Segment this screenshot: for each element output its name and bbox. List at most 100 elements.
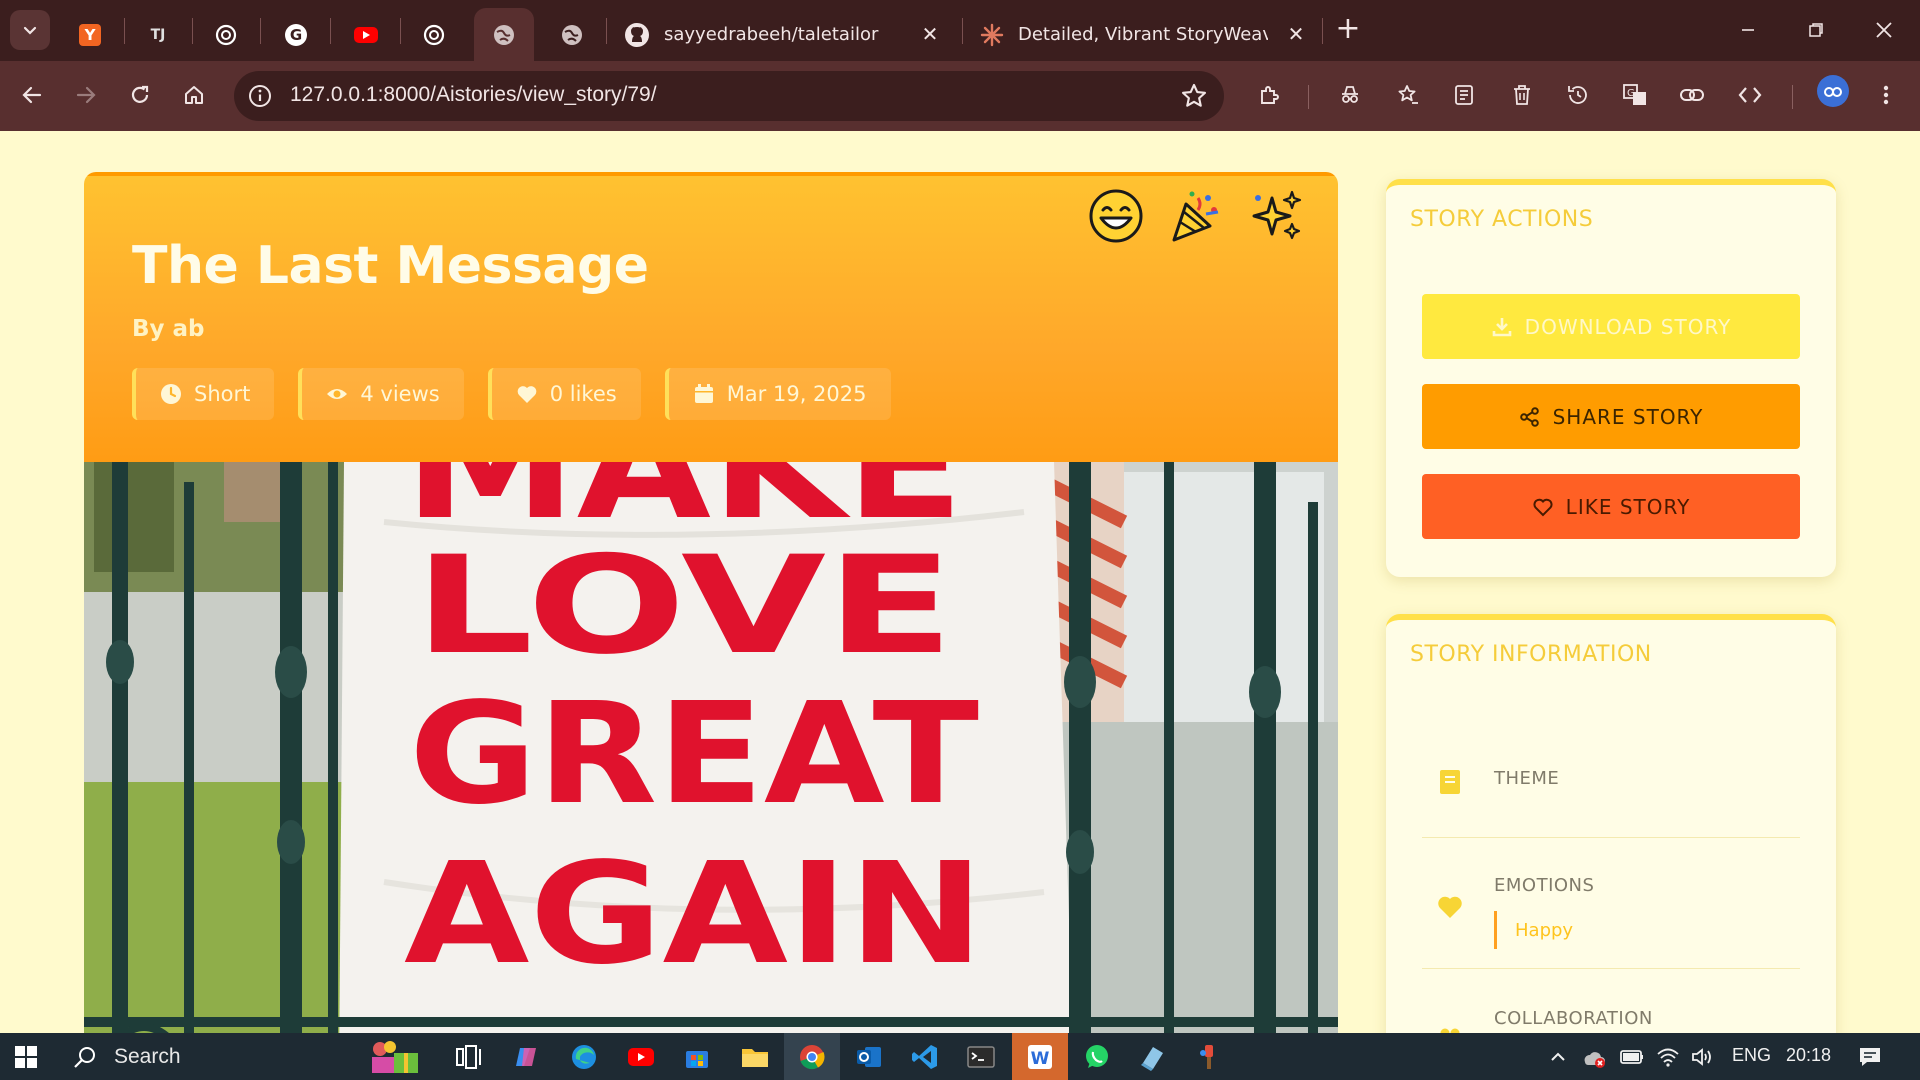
- trash-icon: [1514, 85, 1530, 105]
- reload-button[interactable]: [122, 77, 158, 113]
- back-button[interactable]: [14, 77, 50, 113]
- youtube-icon: [628, 1048, 654, 1066]
- tab-current-story[interactable]: [474, 8, 534, 61]
- edge-taskbar-button[interactable]: [567, 1040, 601, 1074]
- paint-taskbar-button[interactable]: [1192, 1040, 1226, 1074]
- story-card: The Last Message By ab Short 4 views 0 l…: [84, 172, 1338, 1033]
- banner-line-3: GREAT: [409, 673, 979, 836]
- url-text[interactable]: 127.0.0.1:8000/Aistories/view_story/79/: [290, 83, 657, 107]
- outlook-taskbar-button[interactable]: [852, 1040, 886, 1074]
- download-story-button[interactable]: DOWNLOAD STORY: [1422, 294, 1800, 359]
- share-icon: [1519, 406, 1539, 427]
- chevron-up-icon[interactable]: [1548, 1047, 1568, 1067]
- tab-youtube[interactable]: [346, 8, 386, 61]
- taskbar-search-label: Search: [114, 1045, 181, 1068]
- extensions-button[interactable]: [1252, 77, 1288, 113]
- file-explorer-taskbar-button[interactable]: [738, 1040, 772, 1074]
- terminal-icon: [967, 1046, 995, 1068]
- more-vertical-icon: [1883, 85, 1889, 105]
- close-tab-icon[interactable]: ✕: [920, 24, 940, 44]
- tab-globe[interactable]: [552, 8, 592, 61]
- banner-line-2: LOVE: [414, 527, 954, 684]
- battery-icon[interactable]: [1620, 1045, 1644, 1069]
- translate-button[interactable]: G: [1617, 77, 1653, 113]
- edge-icon: [572, 1045, 596, 1069]
- svg-text:W: W: [1031, 1049, 1050, 1069]
- openai-icon: [423, 24, 445, 45]
- onedrive-error-icon[interactable]: [1582, 1045, 1606, 1069]
- collaboration-row: COLLABORATION: [1422, 970, 1800, 1033]
- tab-chatgpt-1[interactable]: [206, 8, 246, 61]
- clock-time[interactable]: 20:18: [1786, 1045, 1831, 1066]
- openai-icon: [215, 24, 237, 45]
- tab-chatgpt-2[interactable]: [414, 8, 454, 61]
- like-story-button[interactable]: LIKE STORY: [1422, 474, 1800, 539]
- youtube-icon: [354, 26, 378, 43]
- task-view-button[interactable]: [452, 1040, 486, 1074]
- minimize-icon: [1742, 29, 1754, 31]
- taskbar-search[interactable]: Search: [60, 1037, 430, 1077]
- close-window-button[interactable]: [1866, 14, 1902, 46]
- tj-app-icon: TJ: [150, 26, 166, 43]
- bookmark-star-icon[interactable]: [1180, 82, 1208, 110]
- heart-icon: [517, 386, 537, 403]
- forward-button[interactable]: [68, 77, 104, 113]
- tab-github[interactable]: sayyedrabeeh/taletailor ✕: [608, 8, 954, 61]
- tab-ycombinator[interactable]: Y: [70, 8, 110, 61]
- site-info-icon[interactable]: [248, 84, 272, 108]
- chrome-icon: [800, 1045, 825, 1070]
- wifi-icon[interactable]: [1656, 1045, 1680, 1069]
- book-icon: [1440, 770, 1460, 794]
- delete-button[interactable]: [1504, 77, 1540, 113]
- tab-claude[interactable]: Detailed, Vibrant StoryWeave R ✕: [964, 8, 1320, 61]
- tab-google[interactable]: G: [276, 8, 316, 61]
- reading-list-button[interactable]: [1446, 77, 1482, 113]
- svg-text:G: G: [1627, 88, 1635, 99]
- story-likes-badge: 0 likes: [487, 368, 641, 420]
- reading-list-icon: [1455, 85, 1473, 105]
- copy-link-button[interactable]: [1674, 77, 1710, 113]
- claude-icon: [980, 23, 1004, 46]
- volume-icon[interactable]: [1690, 1045, 1714, 1069]
- favorites-button[interactable]: [1390, 77, 1426, 113]
- close-icon: [1876, 22, 1892, 38]
- users-icon: [1440, 1028, 1460, 1033]
- devtools-button[interactable]: [1732, 77, 1768, 113]
- page-content: The Last Message By ab Short 4 views 0 l…: [0, 131, 1920, 1033]
- clock-icon: [161, 384, 181, 404]
- notepad-taskbar-button[interactable]: [1136, 1040, 1170, 1074]
- new-tab-button[interactable]: +: [1334, 14, 1362, 46]
- whatsapp-taskbar-button[interactable]: [1080, 1040, 1114, 1074]
- tab-tj-app[interactable]: TJ: [138, 8, 178, 61]
- menu-button[interactable]: [1868, 77, 1904, 113]
- home-button[interactable]: [176, 77, 212, 113]
- store-taskbar-button[interactable]: [680, 1040, 714, 1074]
- link-icon: [1680, 89, 1704, 101]
- minimize-button[interactable]: [1730, 14, 1766, 46]
- writer-app-icon: W: [1028, 1045, 1052, 1069]
- notification-icon[interactable]: [1858, 1045, 1882, 1069]
- browser-toolbar: 127.0.0.1:8000/Aistories/view_story/79/ …: [0, 61, 1920, 131]
- copilot-taskbar-button[interactable]: [510, 1040, 544, 1074]
- profile-avatar[interactable]: [1817, 75, 1849, 107]
- google-icon: G: [285, 23, 307, 46]
- history-button[interactable]: [1560, 77, 1596, 113]
- address-bar[interactable]: 127.0.0.1:8000/Aistories/view_story/79/: [234, 71, 1224, 121]
- youtube-taskbar-button[interactable]: [624, 1040, 658, 1074]
- close-tab-icon[interactable]: ✕: [1286, 24, 1306, 44]
- chrome-taskbar-button[interactable]: [795, 1040, 829, 1074]
- terminal-taskbar-button[interactable]: [964, 1040, 998, 1074]
- incognito-icon: [1342, 86, 1358, 103]
- incognito-button[interactable]: [1332, 77, 1368, 113]
- restore-button[interactable]: [1798, 14, 1834, 46]
- windows-start-icon[interactable]: [14, 1045, 38, 1069]
- vscode-taskbar-button[interactable]: [908, 1040, 942, 1074]
- writer-taskbar-button[interactable]: W: [1023, 1040, 1057, 1074]
- share-story-button[interactable]: SHARE STORY: [1422, 384, 1800, 449]
- emotions-row: EMOTIONS Happy: [1422, 839, 1800, 969]
- like-story-label: LIKE STORY: [1565, 494, 1691, 519]
- outlook-icon: [857, 1047, 881, 1067]
- code-icon: [1738, 87, 1762, 103]
- language-indicator[interactable]: ENG: [1732, 1045, 1771, 1066]
- tab-search-button[interactable]: [10, 10, 50, 50]
